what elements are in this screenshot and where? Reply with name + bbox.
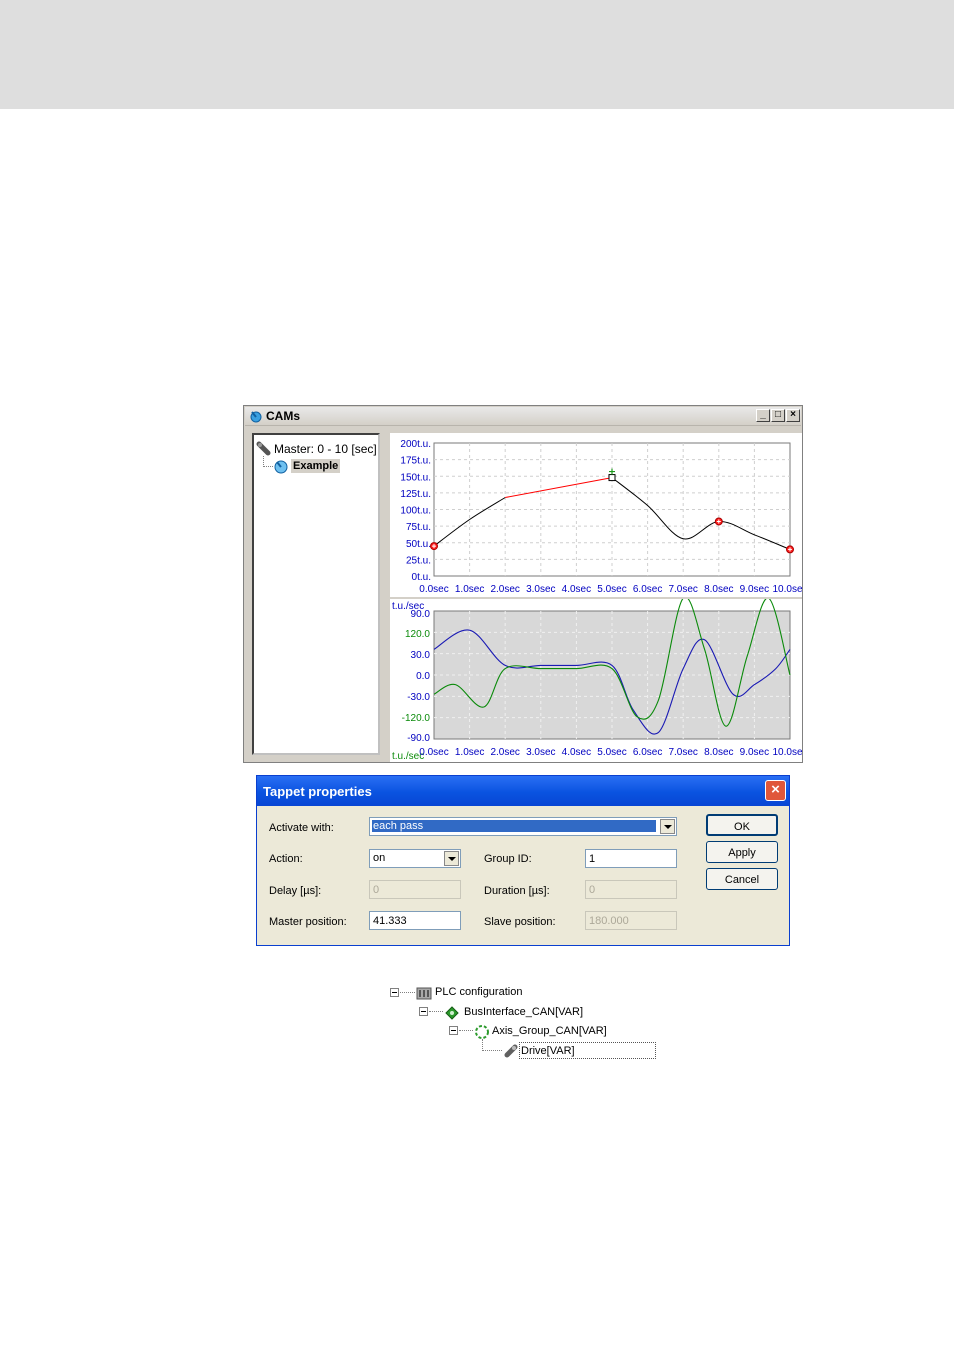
x-tick-label: 8.0sec [704,747,733,758]
activate-label: Activate with: [269,822,334,834]
selected-point-marker [608,474,616,482]
position-chart[interactable]: 200t.u. 175t.u. 150t.u. 125t.u. 100t.u. 75t.u… [390,433,808,597]
y-tick-label: 0t.u. [412,572,431,583]
cam-icon [274,460,288,474]
tappet-dialog-titlebar: Tappet properties × [257,776,789,806]
drive-icon [504,1044,518,1058]
tappet-dialog: Tappet properties × Activate with: each … [256,775,790,946]
y-tick-label: 120.0 [405,629,430,640]
x-tick-label: 3.0sec [526,584,555,595]
master-axis-icon [256,441,271,456]
ok-button[interactable]: OK [706,814,778,836]
x-tick-label: 7.0sec [668,747,697,758]
activate-select-value: each pass [372,820,656,832]
x-tick-label: 7.0sec [668,584,697,595]
y-tick-label: -120.0 [402,713,431,724]
tree-item-example[interactable]: Example [291,459,341,473]
velocity-chart[interactable]: t.u./sec t.u./sec 90.0 120.0 30.0 0.0 -30.0 -12… [390,596,808,762]
slave-position-field [585,911,677,930]
x-tick-label: 0.0sec [419,747,448,758]
velocity-chart-svg: t.u./sect.u./sec90.0120.030.00.0-30.0-12… [392,596,808,762]
chevron-down-icon[interactable] [660,819,675,834]
x-tick-label: 0.0sec [419,584,448,595]
duration-label: Duration [µs]: [484,885,550,897]
minimize-button[interactable]: _ [756,409,770,422]
tree-item-axis-group-can[interactable]: Axis_Group_CAN[VAR] [492,1025,607,1037]
tree-item-drive[interactable]: Drive[VAR] [521,1045,575,1057]
y-tick-label: 200t.u. [400,439,431,450]
axis-group-icon [475,1025,489,1039]
delay-label: Delay [µs]: [269,885,322,897]
activate-select[interactable]: each pass [369,817,677,836]
header-band [0,0,954,109]
x-tick-label: 6.0sec [633,747,662,758]
x-tick-label: 1.0sec [455,584,484,595]
duration-field [585,880,677,899]
action-select[interactable]: on [369,849,461,868]
collapse-icon[interactable] [419,1007,428,1016]
x-tick-label: 8.0sec [704,584,733,595]
cams-titlebar: CAMs _ □ × [245,407,801,426]
cam-tree: Master: 0 - 10 [sec] Example [252,433,380,755]
x-tick-label: 3.0sec [526,747,555,758]
tappet-dialog-title: Tappet properties [263,784,372,799]
y-tick-label: 150t.u. [400,472,431,483]
x-tick-label: 2.0sec [490,747,519,758]
apply-button[interactable]: Apply [706,841,778,863]
chevron-down-icon[interactable] [444,851,459,866]
x-tick-label: 9.0sec [740,747,769,758]
x-tick-label: 10.0sec [772,584,802,595]
cancel-button[interactable]: Cancel [706,868,778,890]
close-button[interactable]: × [786,409,800,422]
y-tick-label: 175t.u. [400,456,431,467]
group-id-field[interactable] [585,849,677,868]
dialog-close-button[interactable]: × [765,780,786,801]
master-position-field[interactable] [369,911,461,930]
x-tick-label: 10.0sec [772,747,802,758]
y-tick-label: 90.0 [411,609,431,620]
cam-app-icon [250,411,262,423]
action-select-value: on [373,852,386,864]
master-position-label: Master position: [269,916,347,928]
x-tick-label: 5.0sec [597,584,626,595]
y-tick-label: -30.0 [407,692,430,703]
collapse-icon[interactable] [390,988,399,997]
tree-item-plc-configuration[interactable]: PLC configuration [435,986,522,998]
plc-config-tree: PLC configuration BusInterface_CAN[VAR] … [385,983,675,1065]
cams-title: CAMs [266,409,301,423]
y-tick-label: 100t.u. [400,506,431,517]
x-tick-label: 1.0sec [455,747,484,758]
x-tick-label: 6.0sec [633,584,662,595]
plc-icon [416,987,432,1000]
group-id-label: Group ID: [484,853,532,865]
maximize-button[interactable]: □ [771,409,785,422]
tree-item-master[interactable]: Master: 0 - 10 [sec] [274,442,377,456]
action-label: Action: [269,853,303,865]
y-tick-label: -90.0 [407,733,430,744]
x-tick-label: 5.0sec [597,747,626,758]
x-tick-label: 2.0sec [490,584,519,595]
tree-item-businterface-can[interactable]: BusInterface_CAN[VAR] [464,1006,583,1018]
x-tick-label: 4.0sec [562,584,591,595]
y-tick-label: 25t.u. [406,555,431,566]
y-tick-label: 125t.u. [400,489,431,500]
cams-window: CAMs _ □ × Master: 0 - 10 [sec] Example … [243,405,808,763]
collapse-icon[interactable] [449,1026,458,1035]
y-tick-label: 30.0 [411,650,431,661]
delay-field [369,880,461,899]
position-chart-svg: 200t.u. 175t.u. 150t.u. 125t.u. 100t.u. 75t.u… [400,439,807,595]
slave-position-label: Slave position: [484,916,556,928]
y-tick-label: 75t.u. [406,522,431,533]
x-tick-label: 9.0sec [740,584,769,595]
x-tick-label: 4.0sec [562,747,591,758]
bus-interface-icon [445,1006,459,1020]
y-tick-label: 50t.u. [406,539,431,550]
y-tick-label: 0.0 [416,671,430,682]
